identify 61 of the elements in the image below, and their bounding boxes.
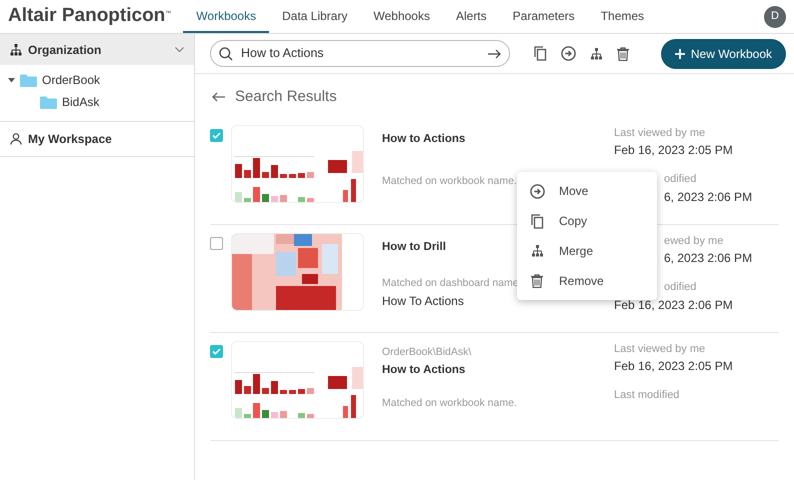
date-label: Last viewed by me [614,126,706,140]
org-chart-icon [10,44,22,56]
date-label: Last viewed by me [614,342,706,356]
match-note: Matched on dashboard name [382,276,519,291]
nav-tab[interactable]: Alerts [442,0,500,33]
workbook-title[interactable]: How to Drill [382,238,446,256]
date-value: Feb 16, 2023 2:06 PM [614,296,734,314]
trash-icon [529,274,545,288]
plus-icon [674,48,685,58]
sidebar-header[interactable]: Organization [0,34,194,65]
trash-icon[interactable] [617,46,629,60]
nav-tab[interactable]: Webhooks [360,0,443,33]
move-icon [529,184,545,198]
date-label: Last modified [614,388,680,403]
merge-icon [529,245,545,257]
tree-label[interactable]: OrderBook [42,71,100,89]
folder-path: OrderBook\BidAsk\ [382,344,472,360]
workbook-title[interactable]: How to Actions [382,130,466,148]
nav-tab[interactable]: Themes [588,0,658,33]
nav-tab[interactable]: Parameters [500,0,588,33]
person-icon [10,133,22,145]
date-value: 6, 2023 2:06 PM [663,250,752,267]
date-value: Feb 16, 2023 2:05 PM [614,358,733,375]
workbook-title[interactable]: How to Actions [382,362,466,380]
menu-item[interactable]: Remove [517,266,657,296]
copy-icon [529,214,545,228]
menu-item[interactable]: Merge [517,236,657,266]
copy-icon[interactable] [534,46,547,61]
sidebar-title: Organization [28,42,102,58]
chevron-down-icon [175,46,184,52]
nav-tab[interactable]: Workbooks [183,0,270,33]
date-label: ewed by me [663,234,724,248]
new-workbook-button[interactable]: New Workbook [660,38,786,68]
search-icon [219,46,233,60]
checkbox[interactable] [210,236,223,250]
workspace-label[interactable]: My Workspace [28,130,112,148]
search-bar[interactable]: How to Actions [210,40,510,67]
app-logo: Altair Panopticon$^{™}$ [8,4,172,28]
check-icon [212,348,221,354]
date-value: 6, 2023 2:06 PM [663,188,752,206]
nav-tab[interactable]: Data Library [269,0,360,33]
user-avatar[interactable]: D [764,6,786,28]
checkbox[interactable] [210,128,223,142]
menu-item[interactable]: Copy [517,206,657,236]
tree-label[interactable]: BidAsk [62,93,100,111]
arrow-right-icon[interactable] [488,48,501,58]
date-value: Feb 16, 2023 2:05 PM [614,142,734,159]
merge-icon[interactable] [590,48,603,60]
match-detail: How To Actions [382,292,464,310]
folder-icon [40,96,57,108]
folder-icon [20,74,37,86]
check-icon [212,132,221,138]
checkbox[interactable] [210,344,223,358]
move-icon[interactable] [561,46,576,61]
match-note: Matched on workbook name. [382,396,517,411]
match-note: Matched on workbook name. [382,174,517,189]
back-arrow-icon[interactable] [212,92,225,102]
date-label: odified [663,280,698,295]
menu-item[interactable]: Move [517,176,657,206]
results-title: Search Results [235,87,337,107]
date-label: odified [663,172,698,187]
